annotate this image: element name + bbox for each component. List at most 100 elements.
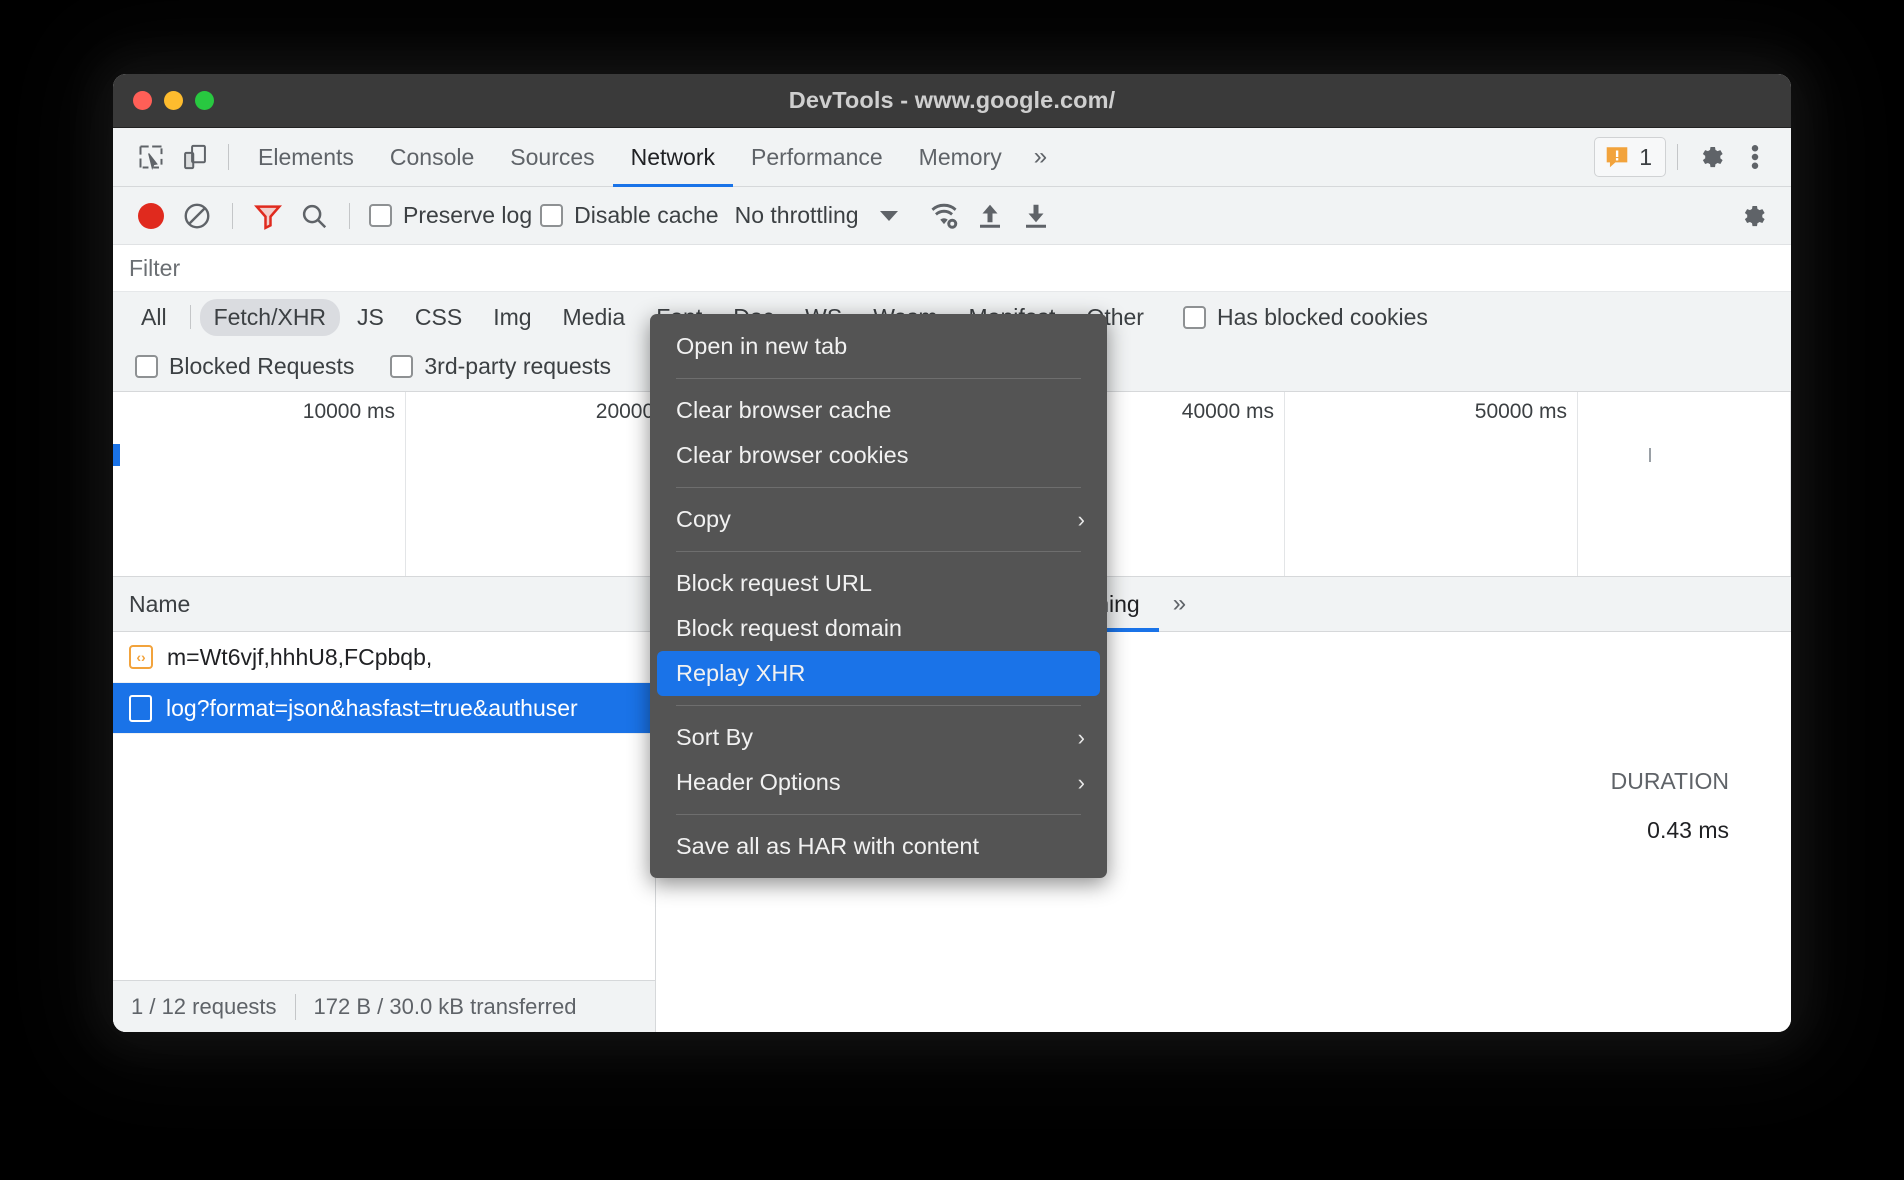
search-icon[interactable] [292,194,336,238]
upload-har-icon[interactable] [968,194,1012,238]
request-name: log?format=json&hasfast=true&authuser [166,695,578,722]
menu-item-label: Copy [676,506,731,533]
overview-tick-1: 10000 ms [303,400,395,424]
type-filter-fetch-xhr[interactable]: Fetch/XHR [200,299,340,336]
has-blocked-cookies-box [1183,306,1206,329]
tab-network[interactable]: Network [613,128,733,187]
menu-item-clear-browser-cache[interactable]: Clear browser cache [650,388,1107,433]
window-titlebar: DevTools - www.google.com/ [113,74,1791,128]
third-party-requests-label: 3rd-party requests [424,353,611,380]
type-filter-all[interactable]: All [127,299,181,336]
network-conditions-icon[interactable] [922,194,966,238]
has-blocked-cookies-label: Has blocked cookies [1217,304,1428,331]
menu-item-label: Block request domain [676,615,902,642]
clear-icon [182,201,212,231]
menu-separator [676,814,1081,815]
menu-item-copy[interactable]: Copy › [650,497,1107,542]
tab-memory[interactable]: Memory [901,128,1020,187]
tabstrip-divider [1677,144,1678,170]
gear-icon[interactable] [1689,135,1733,179]
menu-item-block-request-domain[interactable]: Block request domain [650,606,1107,651]
tab-performance[interactable]: Performance [733,128,901,187]
network-status-bar: 1 / 12 requests 172 B / 30.0 kB transfer… [113,980,655,1032]
device-toolbar-icon[interactable] [173,135,217,179]
filter-input[interactable] [129,255,549,282]
preserve-log-checkbox[interactable]: Preserve log [369,202,532,229]
filter-icon[interactable] [246,194,290,238]
network-context-menu: Open in new tab Clear browser cache Clea… [650,314,1107,878]
menu-separator [676,378,1081,379]
request-rows: ‹› m=Wt6vjf,hhhU8,FCpbqb, log?format=jso… [113,632,655,980]
chevron-down-icon [880,211,898,221]
net-divider-2 [349,203,350,229]
menu-item-clear-browser-cookies[interactable]: Clear browser cookies [650,433,1107,478]
type-filter-img[interactable]: Img [479,299,545,336]
menu-item-label: Open in new tab [676,333,847,360]
minimize-window-button[interactable] [164,91,183,110]
overview-window-handle[interactable] [113,444,120,466]
overview-cell-5: 50000 ms [1285,392,1578,576]
table-row[interactable]: ‹› m=Wt6vjf,hhhU8,FCpbqb, [113,632,655,683]
request-list-header: Name [113,577,655,632]
preserve-log-box [369,204,392,227]
menu-item-label: Sort By [676,724,753,751]
has-blocked-cookies-checkbox[interactable]: Has blocked cookies [1183,304,1428,331]
request-name: m=Wt6vjf,hhhU8,FCpbqb, [167,644,432,671]
type-filter-js[interactable]: JS [343,299,398,336]
more-tabs-icon[interactable]: » [1020,128,1061,187]
tab-elements[interactable]: Elements [240,128,372,187]
disable-cache-box [540,204,563,227]
window-title: DevTools - www.google.com/ [113,87,1791,114]
third-party-requests-checkbox[interactable]: 3rd-party requests [390,353,611,380]
menu-item-block-request-url[interactable]: Block request URL [650,561,1107,606]
menu-separator [676,551,1081,552]
kebab-menu-icon[interactable] [1733,135,1777,179]
warning-badge[interactable]: 1 [1594,137,1666,177]
third-party-requests-box [390,355,413,378]
maximize-window-button[interactable] [195,91,214,110]
download-har-icon[interactable] [1014,194,1058,238]
tab-console[interactable]: Console [372,128,492,187]
inspect-element-icon[interactable] [129,135,173,179]
menu-item-open-in-new-tab[interactable]: Open in new tab [650,324,1107,369]
chevron-right-icon: › [1078,507,1085,533]
chevron-right-icon: › [1078,725,1085,751]
devtools-window: DevTools - www.google.com/ Elements Cons… [113,74,1791,1032]
warning-icon [1604,144,1630,170]
filter-bar [113,245,1791,292]
network-settings-gear-icon[interactable] [1731,194,1775,238]
menu-item-save-all-as-har[interactable]: Save all as HAR with content [650,824,1107,869]
blocked-requests-checkbox[interactable]: Blocked Requests [135,353,354,380]
traffic-lights [133,91,214,110]
menu-item-label: Clear browser cookies [676,442,908,469]
record-button[interactable] [129,194,173,238]
tab-sources[interactable]: Sources [492,128,612,187]
menu-item-label: Header Options [676,769,841,796]
type-filter-media[interactable]: Media [549,299,640,336]
throttling-dropdown[interactable]: No throttling [735,202,898,229]
table-row[interactable]: log?format=json&hasfast=true&authuser [113,683,655,734]
network-toolbar: Preserve log Disable cache No throttling [113,187,1791,245]
filter-funnel-icon [253,201,283,231]
toolbar-divider [228,144,229,170]
transferred-size: 172 B / 30.0 kB transferred [314,994,577,1020]
type-filter-css[interactable]: CSS [401,299,476,336]
menu-item-header-options[interactable]: Header Options › [650,760,1107,805]
menu-item-sort-by[interactable]: Sort By › [650,715,1107,760]
clear-button[interactable] [175,194,219,238]
blocked-requests-box [135,355,158,378]
disable-cache-checkbox[interactable]: Disable cache [540,202,718,229]
overview-tick-4: 40000 ms [1182,400,1274,424]
request-list-pane: Name ‹› m=Wt6vjf,hhhU8,FCpbqb, log?forma… [113,577,656,1032]
more-detail-tabs-icon[interactable]: » [1159,577,1200,632]
status-divider [295,994,296,1020]
column-header-name: Name [129,591,190,618]
menu-item-label: Save all as HAR with content [676,833,979,860]
menu-separator [676,487,1081,488]
warning-count: 1 [1639,144,1652,171]
requests-count: 1 / 12 requests [131,994,277,1020]
menu-item-replay-xhr[interactable]: Replay XHR [657,651,1100,696]
close-window-button[interactable] [133,91,152,110]
record-dot-icon [138,203,164,229]
type-filter-divider [190,305,191,329]
